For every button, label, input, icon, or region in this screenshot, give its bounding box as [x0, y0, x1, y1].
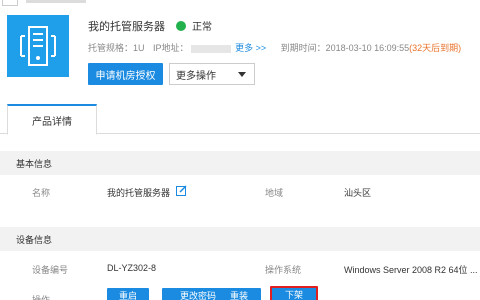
operations-key: 操作 [32, 295, 51, 300]
more-operations-select[interactable]: 更多操作 [169, 63, 255, 85]
more-operations-label: 更多操作 [176, 70, 216, 82]
ip-redacted [190, 44, 231, 53]
expire-note: (32天后到期) [409, 43, 462, 53]
name-value: 我的托管服务器 [107, 188, 171, 198]
restart-button[interactable]: 重启 [107, 288, 149, 300]
top-strip [0, 0, 480, 6]
more-link[interactable]: 更多 >> [235, 43, 266, 53]
device-id-key: 设备编号 [32, 265, 69, 275]
chevron-down-icon [238, 72, 246, 77]
server-meta: 托管规格：1U IP地址： 更多 >> 到期时间：2018-03-10 16:0… [88, 41, 461, 54]
offline-button[interactable]: 下架 [270, 286, 318, 300]
reinstall-button[interactable]: 重装 [217, 288, 261, 300]
device-id-value: DL-YZ302-8 [107, 263, 157, 273]
edit-icon[interactable] [176, 185, 187, 198]
checkbox-fragment [2, 0, 18, 6]
expire-label: 到期时间：2018-03-10 16:09:55 [280, 43, 410, 53]
header-fragment [26, 0, 86, 3]
server-name: 我的托管服务器 [88, 21, 165, 33]
status-dot-icon [176, 20, 186, 31]
tab-bar: 产品详情 [0, 104, 480, 135]
apply-authorization-button[interactable]: 申请机房授权 [88, 63, 163, 85]
region-value: 汕头区 [344, 188, 372, 198]
status-text: 正常 [192, 22, 212, 33]
ip-label: IP地址： [153, 43, 189, 53]
spec-label: 托管规格：1U [88, 43, 145, 53]
os-key: 操作系统 [265, 265, 302, 275]
name-key: 名称 [32, 188, 51, 198]
section-basic-info: 基本信息 [0, 151, 480, 175]
tab-product-details[interactable]: 产品详情 [7, 104, 97, 135]
server-icon [7, 15, 69, 77]
section-device-info: 设备信息 [0, 227, 480, 251]
os-value: Windows Server 2008 R2 64位 ... [344, 265, 478, 275]
region-key: 地域 [265, 188, 284, 198]
status-badge: 正常 [176, 18, 212, 33]
